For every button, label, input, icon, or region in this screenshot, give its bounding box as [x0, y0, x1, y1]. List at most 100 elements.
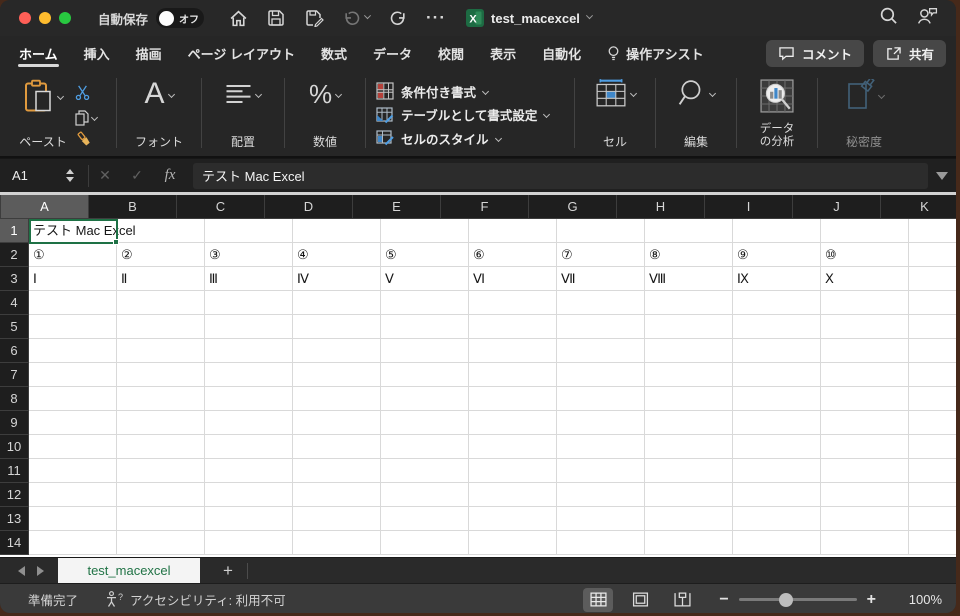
cell-J13[interactable] [821, 507, 909, 531]
cell-D2[interactable]: ④ [293, 243, 381, 267]
cell-C10[interactable] [205, 435, 293, 459]
cell-D10[interactable] [293, 435, 381, 459]
cell-E1[interactable] [381, 219, 469, 243]
cell-E9[interactable] [381, 411, 469, 435]
cell-A1[interactable]: テスト Mac Excel [29, 219, 117, 243]
tab-tell-me[interactable]: 操作アシスト [594, 36, 716, 70]
sensitivity-group[interactable]: 秘密度 [818, 70, 910, 156]
cell-H7[interactable] [645, 363, 733, 387]
cell-E10[interactable] [381, 435, 469, 459]
number-group[interactable]: % 数値 [285, 70, 365, 156]
cell-D5[interactable] [293, 315, 381, 339]
cell-B9[interactable] [117, 411, 205, 435]
cell-K11[interactable] [909, 459, 956, 483]
tab-insert[interactable]: 挿入 [71, 36, 123, 70]
row-header-11[interactable]: 11 [0, 459, 29, 483]
cell-G5[interactable] [557, 315, 645, 339]
cell-K6[interactable] [909, 339, 956, 363]
column-header-J[interactable]: J [793, 195, 881, 219]
cell-F14[interactable] [469, 531, 557, 555]
cell-G8[interactable] [557, 387, 645, 411]
cell-F9[interactable] [469, 411, 557, 435]
row-header-8[interactable]: 8 [0, 387, 29, 411]
tab-formulas[interactable]: 数式 [308, 36, 360, 70]
tab-page-layout[interactable]: ページ レイアウト [175, 36, 308, 70]
cell-C2[interactable]: ③ [205, 243, 293, 267]
share-button[interactable]: 共有 [873, 40, 946, 67]
cell-F4[interactable] [469, 291, 557, 315]
cell-D6[interactable] [293, 339, 381, 363]
row-header-3[interactable]: 3 [0, 267, 29, 291]
cell-F7[interactable] [469, 363, 557, 387]
cell-J6[interactable] [821, 339, 909, 363]
cell-K4[interactable] [909, 291, 956, 315]
row-header-7[interactable]: 7 [0, 363, 29, 387]
cell-G1[interactable] [557, 219, 645, 243]
cut-button[interactable] [75, 85, 97, 105]
cell-J14[interactable] [821, 531, 909, 555]
redo-button[interactable] [384, 5, 412, 31]
cell-D7[interactable] [293, 363, 381, 387]
cell-G12[interactable] [557, 483, 645, 507]
page-break-view-button[interactable] [667, 588, 697, 612]
cell-J7[interactable] [821, 363, 909, 387]
tab-home[interactable]: ホーム [6, 36, 71, 70]
cell-B3[interactable]: Ⅱ [117, 267, 205, 291]
row-header-2[interactable]: 2 [0, 243, 29, 267]
cell-K8[interactable] [909, 387, 956, 411]
row-header-1[interactable]: 1 [0, 219, 29, 243]
cell-C13[interactable] [205, 507, 293, 531]
cell-I14[interactable] [733, 531, 821, 555]
column-header-G[interactable]: G [529, 195, 617, 219]
cell-D13[interactable] [293, 507, 381, 531]
cell-H3[interactable]: Ⅷ [645, 267, 733, 291]
cell-E3[interactable]: Ⅴ [381, 267, 469, 291]
cell-D12[interactable] [293, 483, 381, 507]
cell-J1[interactable] [821, 219, 909, 243]
cell-I1[interactable] [733, 219, 821, 243]
cells-group[interactable]: セル [575, 70, 655, 156]
undo-button[interactable] [338, 5, 374, 31]
row-header-12[interactable]: 12 [0, 483, 29, 507]
column-header-B[interactable]: B [89, 195, 177, 219]
select-all-button[interactable] [0, 195, 1, 219]
cell-A2[interactable]: ① [29, 243, 117, 267]
cell-D9[interactable] [293, 411, 381, 435]
cell-F5[interactable] [469, 315, 557, 339]
zoom-slider[interactable] [739, 598, 857, 601]
cell-H11[interactable] [645, 459, 733, 483]
editing-group[interactable]: 編集 [656, 70, 736, 156]
cell-H12[interactable] [645, 483, 733, 507]
sheet-tab-test-macexcel[interactable]: test_macexcel [58, 558, 200, 583]
cell-B5[interactable] [117, 315, 205, 339]
tab-review[interactable]: 校閲 [425, 36, 477, 70]
cell-B4[interactable] [117, 291, 205, 315]
analyze-data-group[interactable]: データの分析 [737, 70, 817, 156]
cell-D4[interactable] [293, 291, 381, 315]
cell-J12[interactable] [821, 483, 909, 507]
cell-C14[interactable] [205, 531, 293, 555]
save-button[interactable] [262, 5, 290, 31]
cell-H14[interactable] [645, 531, 733, 555]
cell-G2[interactable]: ⑦ [557, 243, 645, 267]
cell-C12[interactable] [205, 483, 293, 507]
column-header-D[interactable]: D [265, 195, 353, 219]
tab-view[interactable]: 表示 [477, 36, 529, 70]
cell-H13[interactable] [645, 507, 733, 531]
paste-button[interactable]: ペースト [19, 79, 66, 156]
cell-B7[interactable] [117, 363, 205, 387]
accessibility-status[interactable]: ? アクセシビリティ: 利用不可 [104, 590, 286, 609]
cell-A3[interactable]: Ⅰ [29, 267, 117, 291]
cell-A13[interactable] [29, 507, 117, 531]
cell-E12[interactable] [381, 483, 469, 507]
cell-H4[interactable] [645, 291, 733, 315]
cell-F3[interactable]: Ⅵ [469, 267, 557, 291]
cell-E5[interactable] [381, 315, 469, 339]
enter-button[interactable]: ✓ [121, 167, 153, 184]
cell-G4[interactable] [557, 291, 645, 315]
cell-I5[interactable] [733, 315, 821, 339]
cell-E7[interactable] [381, 363, 469, 387]
comments-button[interactable]: コメント [766, 40, 864, 67]
font-group[interactable]: A フォント [117, 70, 201, 156]
cell-F1[interactable] [469, 219, 557, 243]
